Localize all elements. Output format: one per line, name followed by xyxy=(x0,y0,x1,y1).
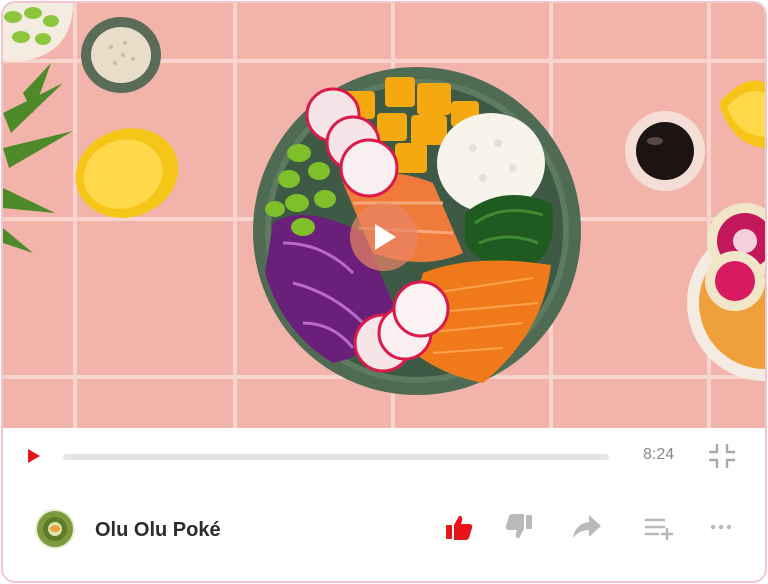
avatar[interactable] xyxy=(35,509,75,549)
channel-row: Olu Olu Poké xyxy=(3,493,765,565)
exit-fullscreen-button[interactable] xyxy=(707,442,737,470)
center-play-button[interactable] xyxy=(350,203,418,271)
more-button[interactable] xyxy=(703,511,739,543)
play-icon xyxy=(28,449,40,463)
add-to-playlist-button[interactable] xyxy=(641,511,677,543)
channel-logo xyxy=(38,512,72,546)
dislike-button[interactable] xyxy=(501,511,537,543)
play-icon xyxy=(375,224,396,250)
video-player-card: 8:24 Olu Olu Poké xyxy=(1,1,767,583)
channel-name[interactable]: Olu Olu Poké xyxy=(95,519,221,542)
thumbs-up-icon xyxy=(446,515,473,540)
share-button[interactable] xyxy=(569,511,605,543)
duration-label: 8:24 xyxy=(643,446,675,463)
more-icon xyxy=(710,524,732,530)
share-icon xyxy=(573,515,601,538)
progress-bar[interactable] xyxy=(63,454,609,460)
exit-fullscreen-icon xyxy=(708,443,736,469)
video-controls: 8:24 xyxy=(3,428,765,484)
playlist-add-icon xyxy=(644,518,674,541)
thumbs-down-icon xyxy=(505,514,532,539)
like-button[interactable] xyxy=(441,511,477,543)
video-frame[interactable] xyxy=(3,3,765,428)
play-button[interactable] xyxy=(25,446,43,466)
